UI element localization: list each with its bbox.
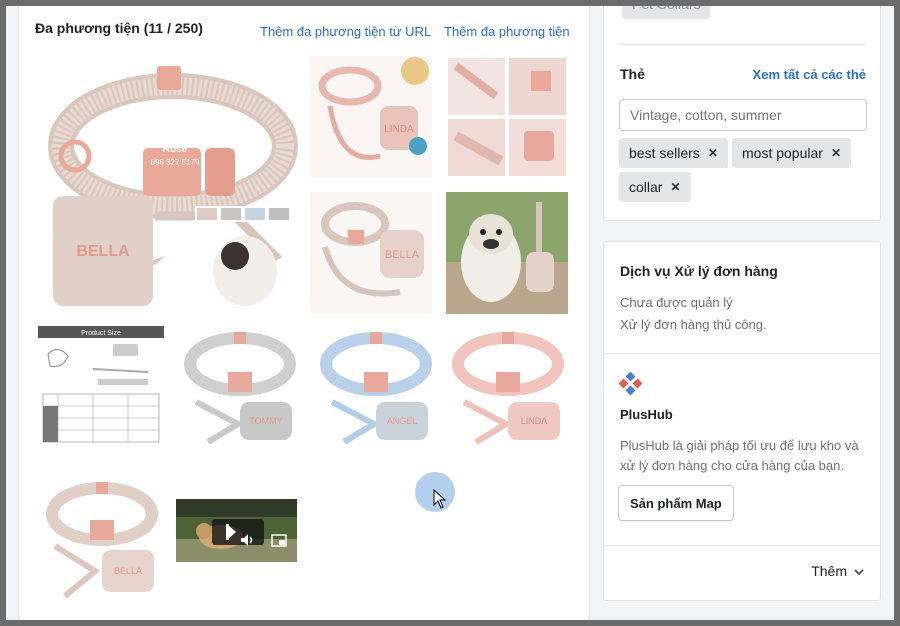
chevron-down-icon: [854, 563, 864, 579]
svg-text:LINDA: LINDA: [521, 416, 548, 426]
product-type-pill[interactable]: Pet Collars: [622, 0, 711, 19]
tag-pill: best sellers ✕: [619, 138, 728, 168]
add-media-link[interactable]: Thêm đa phương tiện: [444, 24, 570, 39]
tag-label: collar: [629, 179, 663, 195]
svg-text:TOMMY: TOMMY: [249, 416, 282, 426]
remove-tag-icon[interactable]: ✕: [708, 146, 718, 160]
app-name: PlusHub: [620, 407, 673, 422]
divider: [604, 545, 880, 546]
fulfillment-title: Dịch vụ Xử lý đơn hàng: [620, 263, 778, 279]
collar-phone-text: 095 327 5179: [150, 158, 200, 167]
plushub-logo-icon: [618, 371, 643, 396]
tags-title: Thẻ: [620, 66, 645, 82]
product-type-pill-label: Pet Collars: [632, 0, 701, 12]
svg-text:BELLA: BELLA: [385, 249, 420, 261]
app-description: PlusHub là giải pháp tối ưu để lưu kho v…: [620, 438, 859, 473]
fulfillment-method: Xử lý đơn hàng thủ công.: [620, 317, 767, 332]
map-products-button[interactable]: Sản phẩm Map: [618, 485, 734, 521]
view-all-tags-link[interactable]: Xem tất cả các thẻ: [753, 67, 866, 82]
size-chart-title: Product Size: [81, 330, 121, 337]
media-title: Đa phương tiện (11 / 250): [35, 20, 203, 36]
svg-text:BELLA: BELLA: [114, 566, 142, 576]
media-thumbnail[interactable]: LINDA: [446, 324, 570, 448]
tag-pill: collar ✕: [619, 172, 691, 202]
volume-icon[interactable]: [240, 533, 254, 547]
remove-tag-icon[interactable]: ✕: [670, 180, 680, 194]
divider: [620, 44, 866, 45]
tags-input[interactable]: [619, 99, 867, 131]
more-dropdown[interactable]: Thêm: [811, 563, 864, 579]
remove-tag-icon[interactable]: ✕: [831, 146, 841, 160]
media-thumbnail[interactable]: BELLA: [310, 192, 432, 314]
tag-label: best sellers: [629, 145, 700, 161]
mouse-cursor-icon: [433, 488, 447, 509]
media-thumbnail[interactable]: ANGEL: [314, 324, 438, 448]
tags-card: Pet Collars Thẻ Xem tất cả các thẻ best …: [603, 0, 881, 221]
fulfillment-status: Chưa được quản lý: [620, 295, 733, 310]
media-thumbnail[interactable]: [446, 56, 568, 178]
more-label: Thêm: [811, 563, 847, 579]
picture-in-picture-icon[interactable]: [271, 534, 287, 547]
media-thumbnail-size-chart[interactable]: Product Size: [38, 324, 164, 450]
fulfillment-card: Dịch vụ Xử lý đơn hàng Chưa được quản lý…: [603, 241, 881, 601]
media-thumbnail[interactable]: LINDA: [310, 56, 432, 178]
collar-name-text: Rose: [162, 144, 188, 155]
media-thumbnail[interactable]: BELLA: [40, 476, 164, 600]
tag-label: most popular: [742, 145, 823, 161]
add-from-url-link[interactable]: Thêm đa phương tiện từ URL: [260, 24, 431, 39]
media-thumbnail[interactable]: TOMMY: [178, 324, 302, 448]
svg-text:LINDA: LINDA: [384, 124, 414, 135]
media-thumbnail-featured[interactable]: BELLA: [45, 56, 301, 312]
svg-text:BELLA: BELLA: [76, 243, 130, 260]
media-thumbnail[interactable]: [446, 192, 568, 314]
media-thumbnail-video[interactable]: [176, 499, 297, 562]
tag-pill: most popular ✕: [732, 138, 851, 168]
divider: [604, 353, 880, 354]
svg-text:ANGEL: ANGEL: [387, 416, 418, 426]
